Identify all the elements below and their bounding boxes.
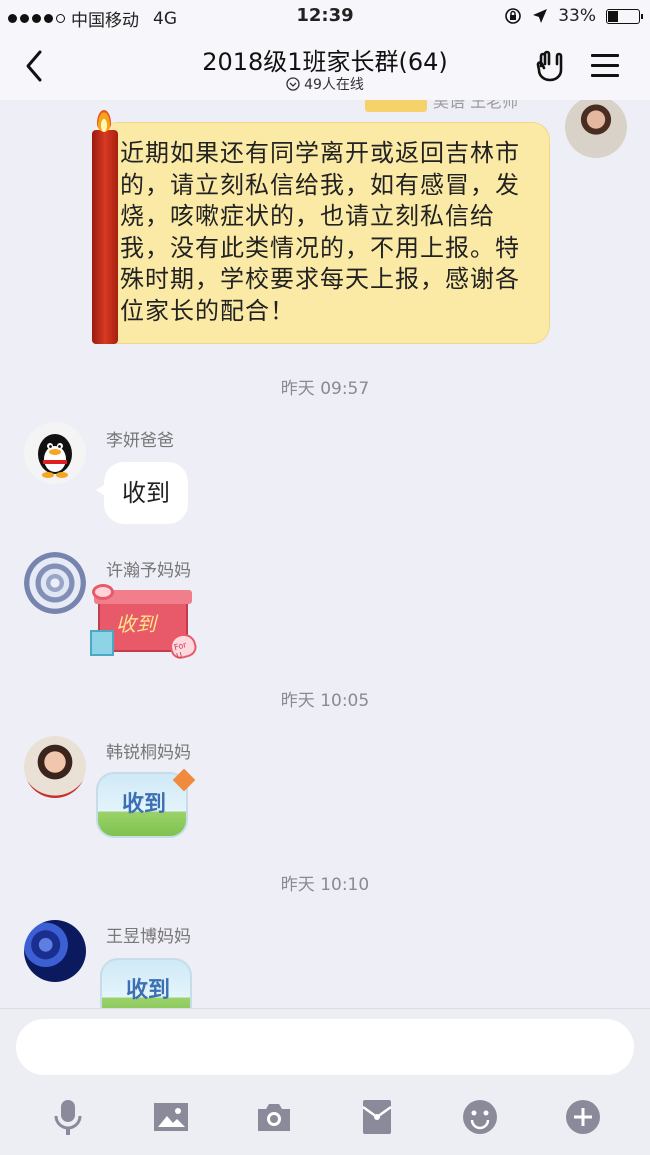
input-bar <box>0 1008 650 1155</box>
rock-hand-icon[interactable] <box>533 48 569 84</box>
image-icon[interactable] <box>151 1097 191 1137</box>
timestamp: 昨天 09:57 <box>280 379 370 399</box>
avatar-woman[interactable] <box>24 736 86 798</box>
avatar-blue-flower[interactable] <box>24 920 86 982</box>
sender-name-teacher: 吴语 王老师 <box>365 100 518 112</box>
red-packet-icon[interactable] <box>357 1097 397 1137</box>
sender-name: 王昱博妈妈 <box>106 927 191 947</box>
avatar-flower[interactable] <box>24 552 86 614</box>
sender-name: 许瀚予妈妈 <box>106 561 191 581</box>
battery-percent: 33% <box>558 6 596 26</box>
announcement-text: 近期如果还有同学离开或返回吉林市的，请立刻私信给我，如有感冒，发烧，咳嗽症状的，… <box>120 139 520 325</box>
battery-icon <box>606 8 643 24</box>
avatar-penguin[interactable] <box>24 422 86 484</box>
hamburger-menu-icon[interactable] <box>591 54 619 78</box>
toolbar <box>0 1097 650 1137</box>
rotation-lock-icon <box>505 8 522 24</box>
status-right: 33% <box>504 6 643 26</box>
gift-sticker[interactable]: 收到 For U <box>90 584 202 662</box>
emoji-icon[interactable] <box>460 1097 500 1137</box>
avatar-teacher[interactable] <box>565 100 627 158</box>
status-bar: 中国移动 4G 12:39 33% <box>0 0 650 34</box>
online-label: 49人在线 <box>304 77 364 93</box>
plus-icon[interactable] <box>563 1097 603 1137</box>
chat-messages[interactable]: 吴语 王老师 近期如果还有同学离开或返回吉林市的，请立刻私信给我，如有感冒，发烧… <box>0 100 650 1010</box>
camera-icon[interactable] <box>254 1097 294 1137</box>
sender-name: 韩锐桐妈妈 <box>106 743 191 763</box>
sticker-small-text: For U <box>173 640 188 661</box>
timestamp: 昨天 10:10 <box>280 875 370 895</box>
role-badge <box>365 100 427 112</box>
location-icon <box>533 9 548 23</box>
candle-decoration <box>92 130 118 344</box>
penguin-icon <box>38 434 72 478</box>
sticker-received[interactable]: 收到 <box>100 958 192 1010</box>
flame-decoration <box>97 110 111 132</box>
sender-name: 李妍爸爸 <box>106 431 174 451</box>
timestamp: 昨天 10:05 <box>280 691 370 711</box>
chevron-circle-icon <box>286 77 300 91</box>
sticker-text: 收到 <box>125 978 170 1003</box>
sticker-text: 收到 <box>121 792 166 817</box>
message-input[interactable] <box>16 1019 634 1075</box>
message-bubble[interactable]: 收到 <box>96 462 188 524</box>
sticker-text: 收到 <box>116 612 156 636</box>
nav-bar: 2018级1班家长群(64) 49人在线 <box>0 34 650 100</box>
microphone-icon[interactable] <box>48 1097 88 1137</box>
